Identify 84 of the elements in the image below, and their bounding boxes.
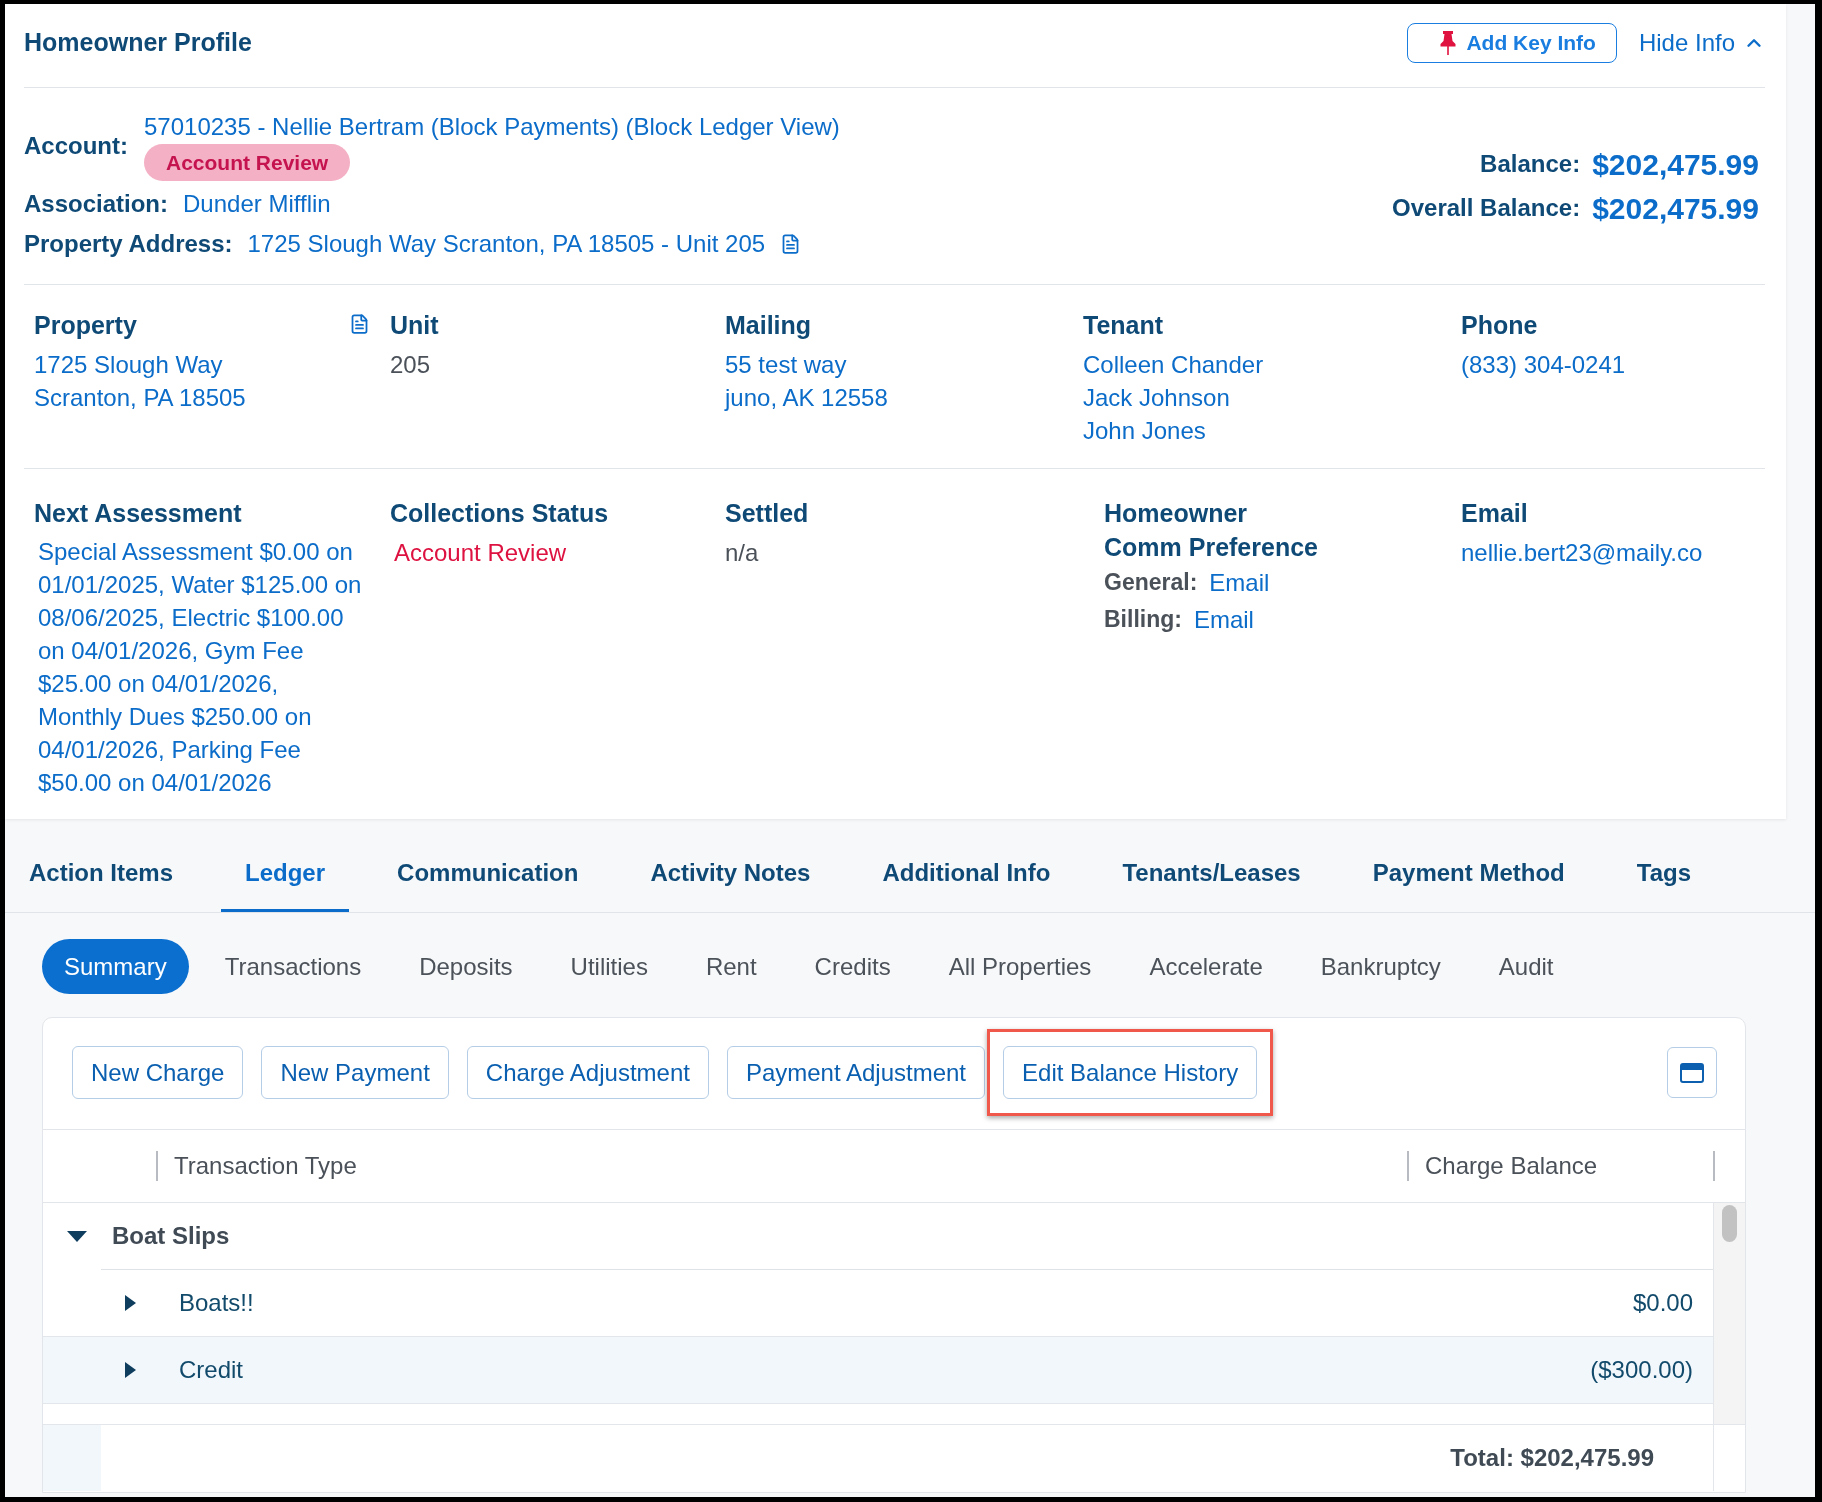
column-header[interactable]: Transaction Type — [174, 1148, 357, 1184]
document-icon[interactable] — [349, 312, 370, 336]
account-label: Account: — [24, 130, 128, 161]
scrollbar[interactable] — [1713, 1203, 1745, 1424]
row-amount: $0.00 — [1632, 1288, 1693, 1318]
row-amount: ($300.00) — [1590, 1355, 1693, 1385]
field-link[interactable]: 1725 Slough Way Scranton, PA 18505 - Unit 205 — [247, 225, 766, 262]
caret-down-icon[interactable] — [67, 1230, 87, 1242]
pushpin-icon — [1440, 30, 1457, 55]
column-header[interactable]: Charge Balance — [1425, 1148, 1598, 1184]
pref-link[interactable]: Email — [1209, 564, 1270, 601]
add-key-info-button[interactable]: Add Key Info — [1407, 22, 1617, 63]
subtab[interactable]: Credits — [792, 939, 913, 994]
total-text: Total: $202,475.99 — [1450, 1443, 1654, 1473]
pref-label: Billing: — [1104, 605, 1182, 635]
subtab[interactable]: Audit — [1476, 939, 1576, 994]
tab[interactable]: Additional Info — [858, 836, 1075, 912]
pref-label: General: — [1104, 568, 1198, 598]
panel-toggle-button[interactable] — [1667, 1047, 1717, 1098]
field-label: Association: — [24, 188, 169, 219]
detail-link[interactable]: juno, AK 12558 — [725, 381, 888, 414]
row-label: Credit — [179, 1355, 244, 1385]
toolbar-button[interactable]: Charge Adjustment — [466, 1046, 709, 1099]
pref-link[interactable]: Email — [1193, 601, 1254, 638]
row-label: Boats!! — [179, 1288, 254, 1318]
hide-info-button[interactable]: Hide Info — [1638, 24, 1765, 61]
table-row[interactable]: Credit ($300.00) — [43, 1337, 1713, 1404]
detail-heading: Tenant — [1083, 310, 1164, 341]
subtab[interactable]: Bankruptcy — [1298, 939, 1463, 994]
assessment-text: Special Assessment $0.00 on 01/01/2025, Water $125.00 on 08/06/2025, Electric $100.00 on 04/01/2026, Gym Fee $25.00 on 04/01/2026, Monthly Dues $250.00 on 04/01/2026, Parking Fee $50.00 on 04/01/2026 — [38, 537, 363, 798]
detail-link[interactable]: Jack Johnson — [1083, 381, 1230, 414]
balance-label: Overall Balance: — [1392, 193, 1581, 223]
tab[interactable]: Ledger — [221, 836, 350, 912]
account-link[interactable]: 57010235 - Nellie Bertram (Block Payments) (Block Ledger View) — [144, 110, 840, 143]
detail-heading: Mailing — [725, 310, 812, 341]
detail-link[interactable]: Colleen Chander — [1083, 348, 1264, 381]
caret-right-icon[interactable] — [125, 1295, 136, 1311]
detail-heading: Homeowner — [1104, 498, 1249, 529]
subtab[interactable]: Utilities — [548, 939, 670, 994]
status-text: Account Review — [394, 538, 567, 568]
detail-link[interactable]: 1725 Slough Way — [34, 348, 223, 381]
tab[interactable]: Action Items — [5, 836, 198, 912]
detail-heading: Email — [1461, 498, 1528, 529]
subtab[interactable]: Transactions — [202, 939, 384, 994]
group-label: Boat Slips — [112, 1221, 230, 1251]
detail-link[interactable]: (833) 304-0241 — [1461, 348, 1626, 381]
tab[interactable]: Activity Notes — [626, 836, 835, 912]
balance-amount: $202,475.99 — [1592, 146, 1759, 183]
subtab[interactable]: Accelerate — [1127, 939, 1285, 994]
balance-amount: $202,475.99 — [1592, 190, 1759, 227]
toolbar-button[interactable]: Edit Balance History — [1003, 1046, 1258, 1099]
detail-link[interactable]: 55 test way — [725, 348, 847, 381]
subtab[interactable]: Deposits — [397, 939, 535, 994]
detail-link[interactable]: John Jones — [1083, 414, 1206, 447]
toolbar-button[interactable]: Payment Adjustment — [726, 1046, 986, 1099]
scrollbar-thumb[interactable] — [1722, 1205, 1737, 1242]
detail-heading: Comm Preference — [1104, 532, 1318, 563]
detail-heading: Unit — [390, 310, 439, 341]
detail-heading: Property — [34, 310, 137, 341]
detail-link[interactable]: nellie.bert23@maily.co — [1461, 536, 1703, 569]
caret-right-icon[interactable] — [125, 1362, 136, 1378]
subtab[interactable]: Summary — [42, 939, 189, 994]
footer-gutter — [43, 1425, 101, 1491]
detail-text: n/a — [725, 538, 759, 568]
detail-heading: Next Assessment — [34, 498, 242, 529]
balance-label: Balance: — [1480, 149, 1581, 179]
detail-link[interactable]: Scranton, PA 18505 — [34, 381, 246, 414]
field-link[interactable]: Dunder Mifflin — [183, 185, 331, 222]
detail-heading: Phone — [1461, 310, 1538, 341]
detail-heading: Collections Status — [390, 498, 609, 529]
field-label: Property Address: — [24, 228, 233, 259]
toolbar-button[interactable]: New Charge — [72, 1046, 244, 1099]
panel-icon — [1680, 1062, 1704, 1083]
tab[interactable]: Tags — [1612, 836, 1715, 912]
subtab[interactable]: All Properties — [926, 939, 1114, 994]
status-badge: Account Review — [144, 144, 351, 181]
toolbar-button[interactable]: New Payment — [261, 1046, 449, 1099]
detail-heading: Settled — [725, 498, 809, 529]
detail-text: 205 — [390, 350, 431, 380]
tab[interactable]: Communication — [373, 836, 603, 912]
tab[interactable]: Payment Method — [1348, 836, 1589, 912]
tab[interactable]: Tenants/Leases — [1098, 836, 1325, 912]
page-title: Homeowner Profile — [24, 26, 252, 58]
subtab[interactable]: Rent — [683, 939, 779, 994]
